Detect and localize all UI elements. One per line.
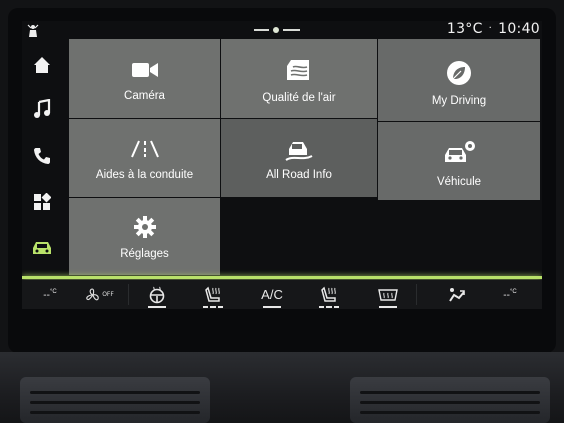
tile-label: Aides à la conduite: [95, 169, 194, 181]
clock: 10:40: [498, 21, 540, 37]
tile-camera[interactable]: Caméra: [69, 39, 220, 118]
left-seat-heat-button[interactable]: [196, 280, 230, 309]
heated-steering-wheel-button[interactable]: [140, 280, 174, 309]
tile-label: Véhicule: [436, 176, 482, 188]
tile-driving-aids[interactable]: Aides à la conduite: [69, 119, 220, 197]
gear-icon: [133, 216, 156, 238]
right-temperature: --°C: [503, 288, 517, 301]
sidebar-item-apps[interactable]: [30, 190, 54, 214]
right-seat-heat-button[interactable]: [312, 280, 346, 309]
sidebar-item-vehicle[interactable]: [30, 236, 54, 260]
vehicle-settings-icon: [445, 141, 475, 162]
tile-vehicle[interactable]: Véhicule: [378, 122, 540, 200]
climate-bar: --°C OFF A/C --°C: [22, 280, 542, 309]
tile-all-road-info[interactable]: All Road Info: [221, 119, 377, 197]
right-temperature-control[interactable]: --°C: [488, 280, 532, 309]
car-icon: [33, 242, 51, 254]
fan-control[interactable]: OFF: [76, 280, 124, 309]
air-quality-icon: [287, 60, 309, 80]
apps-grid-icon: [34, 193, 51, 210]
ac-label: A/C: [261, 287, 283, 302]
sidebar-item-home[interactable]: [30, 53, 54, 77]
sidebar: [22, 21, 62, 277]
leaf-icon: [447, 61, 471, 85]
air-vent-left: [20, 377, 210, 423]
tile-label: Réglages: [120, 248, 169, 260]
heated-steering-wheel-icon: [149, 286, 165, 303]
airflow-direction-button[interactable]: [442, 280, 472, 309]
left-temperature-control[interactable]: --°C: [28, 280, 72, 309]
phone-icon: [34, 148, 50, 164]
airflow-icon: [449, 287, 465, 302]
page-indicator[interactable]: [254, 27, 300, 33]
tile-settings[interactable]: Réglages: [69, 198, 220, 275]
tile-label: My Driving: [431, 95, 487, 107]
accent-divider: [22, 276, 542, 279]
ac-button[interactable]: A/C: [252, 280, 292, 309]
tile-label: Caméra: [124, 90, 165, 102]
tile-label: Qualité de l'air: [262, 92, 336, 104]
rear-defrost-icon: [378, 288, 398, 301]
lane-assist-icon: [130, 140, 159, 158]
seat-heat-icon: [321, 286, 336, 302]
all-road-info-icon: [285, 142, 313, 161]
status-bar: 13°C · 10:40: [22, 21, 542, 39]
seat-person-icon: [26, 23, 40, 37]
tile-label: All Road Info: [266, 169, 332, 181]
left-temperature: --°C: [43, 288, 57, 301]
sidebar-item-media[interactable]: [30, 97, 54, 121]
seat-heat-icon: [205, 286, 220, 302]
fan-state: OFF: [102, 291, 114, 298]
home-icon: [34, 57, 50, 73]
infotainment-screen: 13°C · 10:40 Caméra Qualité de l'air My …: [22, 21, 542, 309]
tile-air-quality[interactable]: Qualité de l'air: [221, 39, 377, 118]
air-vent-right: [350, 377, 550, 423]
music-note-icon: [34, 99, 51, 118]
sidebar-item-phone[interactable]: [30, 144, 54, 168]
tile-my-driving[interactable]: My Driving: [378, 39, 540, 121]
outside-temperature: 13°C: [446, 21, 483, 37]
rear-defrost-button[interactable]: [370, 280, 406, 309]
status-right: 13°C · 10:40: [447, 21, 540, 37]
fan-icon: [86, 287, 99, 300]
camera-icon: [131, 63, 158, 77]
status-separator: ·: [488, 23, 493, 34]
